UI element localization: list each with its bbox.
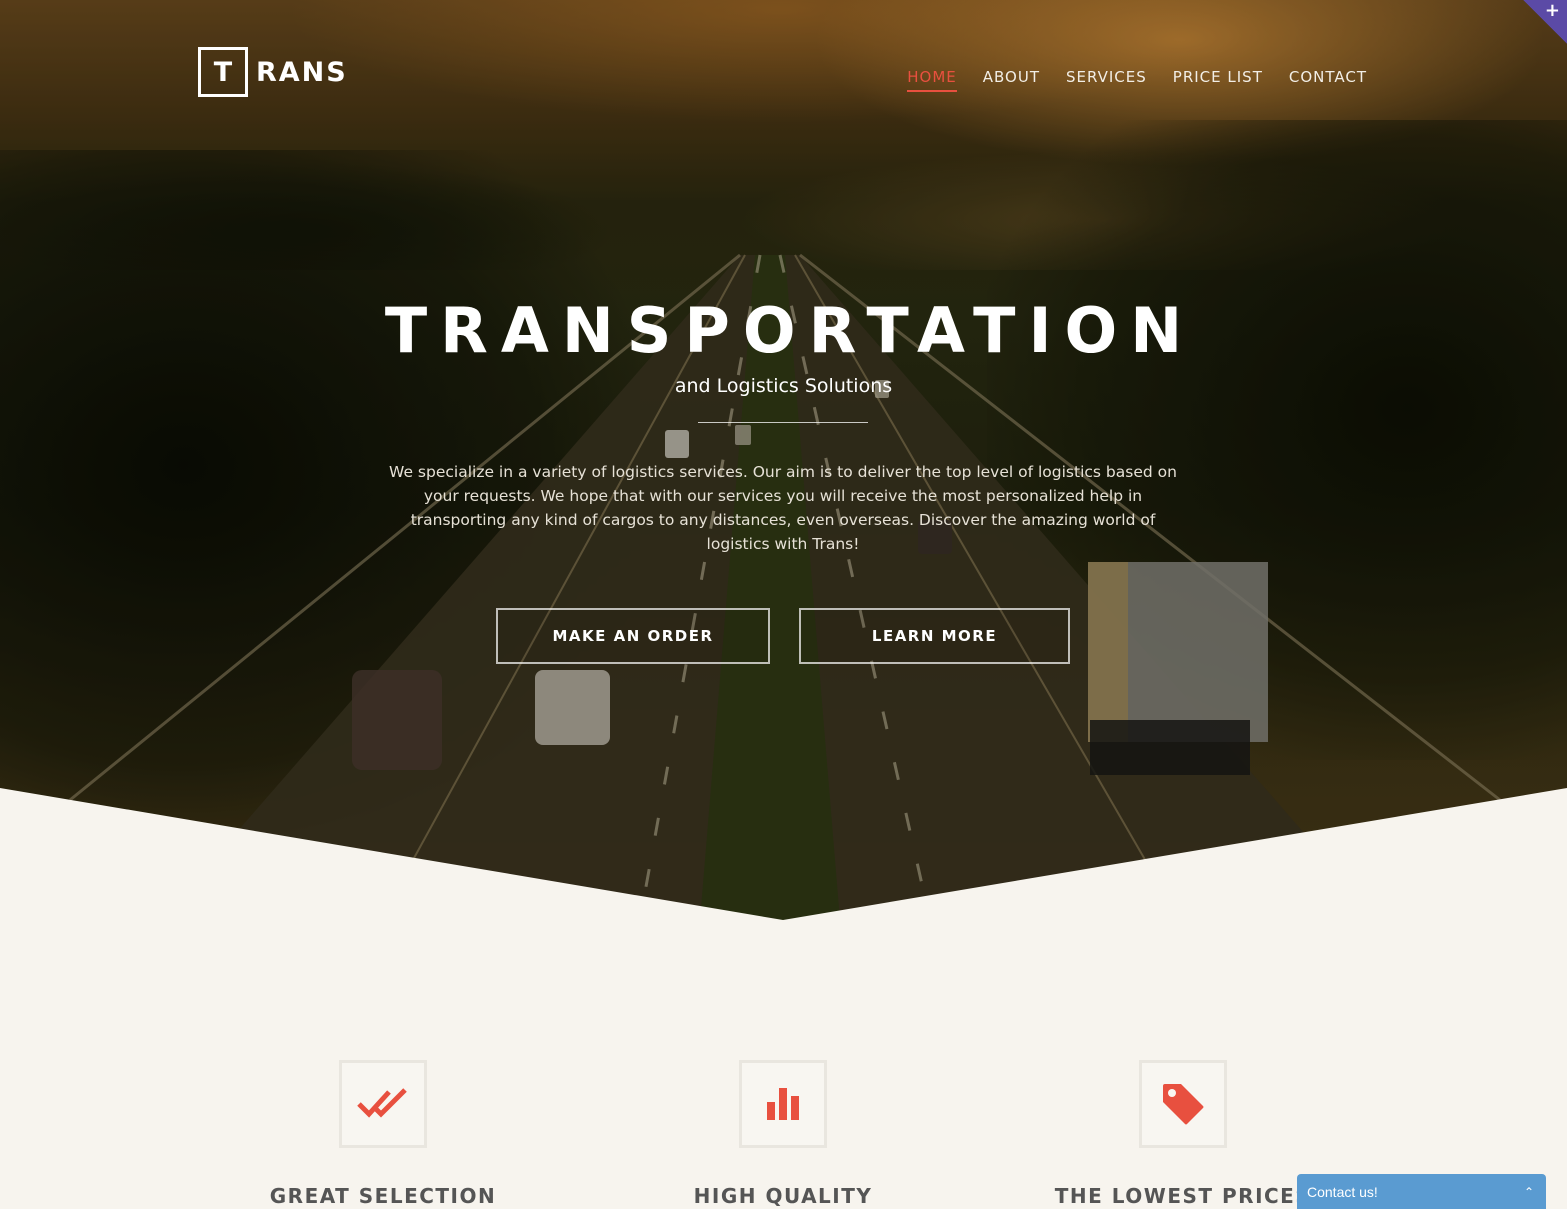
feature-lowest-prices: THE LOWEST PRICES xyxy=(1033,1060,1333,1208)
corner-ribbon[interactable]: + xyxy=(1523,0,1567,44)
contact-us-chat-widget[interactable]: Contact us! ⌃ xyxy=(1297,1174,1546,1209)
feature-icon-box xyxy=(739,1060,827,1148)
hero-description: We specialize in a variety of logistics … xyxy=(389,463,1177,553)
site-logo[interactable]: T RANS xyxy=(198,47,348,97)
chat-label: Contact us! xyxy=(1307,1184,1378,1200)
chevron-up-icon[interactable]: ⌃ xyxy=(1524,1185,1534,1199)
feature-icon-box xyxy=(1139,1060,1227,1148)
hero-title: TRANSPORTATION xyxy=(384,294,1196,367)
feature-title: HIGH QUALITY xyxy=(693,1184,873,1208)
feature-great-selection: GREAT SELECTION xyxy=(233,1060,533,1208)
price-tag-icon xyxy=(1163,1084,1204,1125)
learn-more-button[interactable]: LEARN MORE xyxy=(799,608,1070,664)
bar-chart-icon xyxy=(767,1088,799,1120)
feature-icon-box xyxy=(339,1060,427,1148)
feature-title: THE LOWEST PRICES xyxy=(1054,1184,1312,1208)
main-navigation: HOME ABOUT SERVICES PRICE LIST CONTACT xyxy=(907,68,1367,92)
feature-high-quality: HIGH QUALITY xyxy=(633,1060,933,1208)
nav-services[interactable]: SERVICES xyxy=(1066,68,1147,90)
nav-home[interactable]: HOME xyxy=(907,68,957,92)
logo-text: RANS xyxy=(256,56,348,88)
nav-price-list[interactable]: PRICE LIST xyxy=(1173,68,1263,90)
plus-icon: + xyxy=(1544,0,1560,21)
logo-letter-box: T xyxy=(198,47,248,97)
hero-divider xyxy=(698,422,868,423)
make-an-order-button[interactable]: MAKE AN ORDER xyxy=(496,608,770,664)
nav-contact[interactable]: CONTACT xyxy=(1289,68,1367,90)
feature-title: GREAT SELECTION xyxy=(269,1184,497,1208)
double-check-icon xyxy=(357,1088,407,1118)
nav-about[interactable]: ABOUT xyxy=(983,68,1040,90)
hero-subtitle: and Logistics Solutions xyxy=(674,375,893,397)
